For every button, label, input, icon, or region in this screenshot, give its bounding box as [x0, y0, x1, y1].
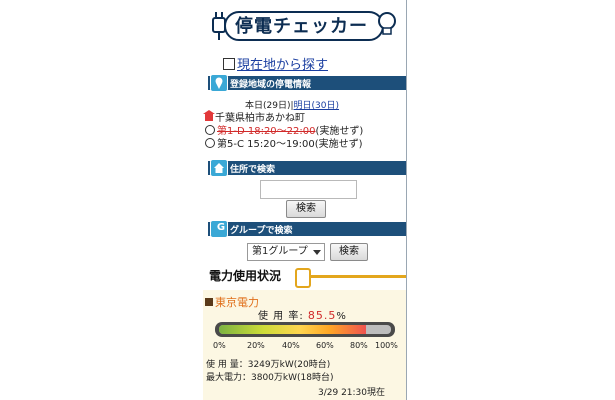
- screen-border-right: [406, 0, 407, 400]
- tick-label: 0%: [213, 341, 226, 350]
- tick-label: 20%: [247, 341, 265, 350]
- company-label: 東京電力: [215, 296, 259, 309]
- max-power: 最大電力：3800万kW(18時台): [206, 373, 334, 383]
- meter-track: [219, 325, 391, 334]
- tick-label: 80%: [350, 341, 368, 350]
- company-name: 東京電力: [205, 294, 259, 310]
- usage-amount: 使 用 量：3249万kW(20時台): [206, 360, 331, 370]
- tick-label: 60%: [316, 341, 334, 350]
- meter-fill: [219, 325, 367, 334]
- section-title-info: 登録地域の停電情報: [230, 80, 312, 90]
- timestamp: 3/29 21:30現在: [318, 388, 386, 398]
- group-select[interactable]: 第1グループ: [247, 243, 325, 261]
- phone-screen: 停電チェッカー 現在地から探す 登録地域の停電情報 本日(29日)|明日(30日…: [203, 0, 406, 400]
- location-icon: [223, 58, 235, 70]
- section-header-info: 登録地域の停電情報: [208, 74, 406, 92]
- pin-icon: [210, 74, 228, 92]
- power-usage-title: 電力使用状況: [209, 269, 282, 283]
- usage-panel: 東京電力 使 用 率: 85.5% 0% 20% 40% 60% 80% 100…: [203, 290, 406, 400]
- address-search-button[interactable]: 検索: [286, 200, 326, 218]
- chevron-down-icon: [313, 250, 321, 255]
- rate-value: 85.5: [307, 309, 337, 322]
- app-logo: 停電チェッカー: [211, 6, 398, 46]
- tick-label: 40%: [282, 341, 300, 350]
- address-input[interactable]: [260, 180, 357, 199]
- app-title: 停電チェッカー: [235, 16, 368, 37]
- tick-label: 100%: [375, 341, 398, 350]
- cable-decoration: [305, 275, 406, 278]
- section-title-address: 住所で検索: [230, 165, 276, 175]
- plug-icon: [212, 12, 226, 40]
- group-select-value: 第1グループ: [252, 246, 308, 257]
- company-icon: [205, 298, 213, 306]
- section-title-group: グループで検索: [230, 226, 293, 236]
- locate-label: 現在地から探す: [237, 58, 329, 73]
- section-header-address: 住所で検索: [208, 159, 406, 177]
- rate-unit: %: [336, 311, 347, 322]
- outage-plan-2: 第5-C 15:20～19:00(実施せず): [205, 135, 363, 150]
- clock-icon: [205, 138, 215, 148]
- plan-time: 第5-C 15:20～19:00: [217, 139, 315, 150]
- locate-link[interactable]: 現在地から探す: [223, 54, 328, 73]
- clock-icon: [205, 125, 215, 135]
- group-icon: G: [210, 220, 228, 238]
- home-icon: [203, 110, 215, 121]
- house-icon: [210, 159, 228, 177]
- usage-rate: 使 用 率: 85.5%: [258, 307, 347, 322]
- group-search-button[interactable]: 検索: [330, 243, 368, 261]
- plug-icon: [295, 268, 311, 288]
- section-header-group: G グループで検索: [208, 220, 406, 238]
- plan-status: (実施せず): [314, 139, 363, 150]
- rate-label: 使 用 率:: [258, 311, 304, 322]
- usage-meter: [215, 322, 395, 337]
